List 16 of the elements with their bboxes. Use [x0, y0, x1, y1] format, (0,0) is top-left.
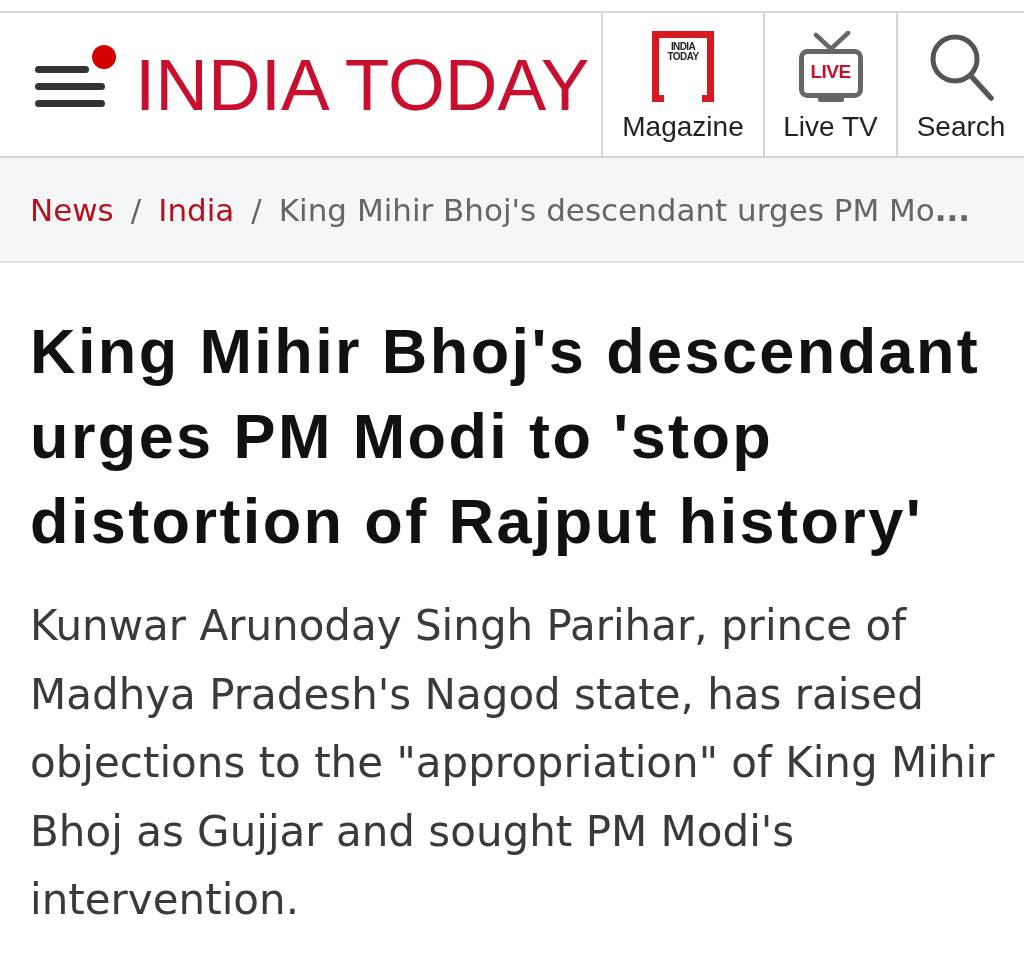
- magazine-link[interactable]: INDIA TODAY Magazine: [601, 13, 763, 156]
- menu-icon[interactable]: [33, 43, 119, 108]
- breadcrumb-separator: /: [130, 191, 142, 228]
- live-label: LIVE: [810, 62, 851, 82]
- breadcrumb-link[interactable]: News: [30, 191, 114, 228]
- breadcrumb-separator: /: [251, 191, 262, 228]
- breadcrumb-link[interactable]: India: [158, 191, 235, 228]
- article-headline: King Mihir Bhoj's descendant urges PM Modi to 'stop distortion of Rajput history': [30, 315, 982, 558]
- breadcrumb-current: King Mihir Bhoj's descendant urges PM Mo...: [278, 191, 971, 228]
- article-summary: Kunwar Arunoday Singh Parihar, prince of Madhya Pradesh's Nagod state, has raised objections to the "appropriation" of King Mihir Bhoj as Gujjar and sought PM Modi's intervention.: [30, 600, 996, 926]
- tv-icon: [797, 31, 864, 103]
- search-button[interactable]: Search: [896, 13, 1024, 156]
- magazine-logo-text: INDIA TODAY: [666, 42, 700, 62]
- live-tv-link[interactable]: LIVE Live TV: [763, 13, 896, 156]
- brand-logo[interactable]: INDIA TODAY: [135, 48, 590, 121]
- magazine-icon: [652, 31, 714, 102]
